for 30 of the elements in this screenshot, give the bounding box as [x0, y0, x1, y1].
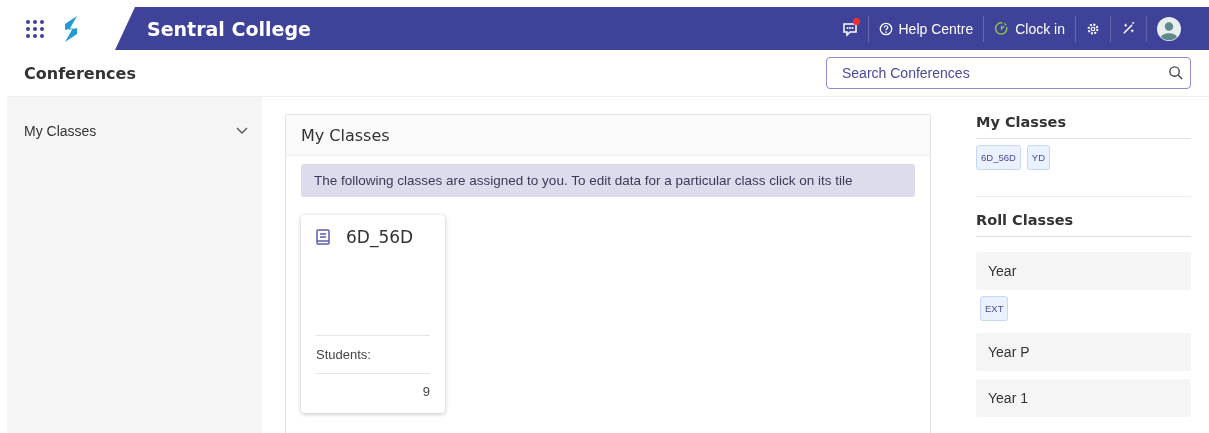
info-banner: The following classes are assigned to you. To edit data for a particular class click on its tile	[301, 164, 915, 197]
group-header[interactable]: Year P	[976, 333, 1191, 371]
students-label: Students:	[316, 336, 430, 374]
class-tag[interactable]: YD	[1026, 145, 1051, 170]
apps-grid-icon[interactable]	[25, 18, 45, 39]
help-centre-button[interactable]: Help Centre	[868, 20, 984, 37]
magic-wand-icon[interactable]	[1121, 21, 1136, 36]
page-title: Conferences	[24, 63, 136, 83]
chevron-icon[interactable]	[236, 127, 248, 135]
group-header[interactable]: Year	[976, 252, 1191, 290]
search-icon[interactable]	[1168, 65, 1183, 80]
book-icon[interactable]	[316, 229, 330, 245]
help-icon[interactable]	[878, 21, 893, 36]
panel-title: My Classes	[301, 125, 390, 145]
clock-icon[interactable]	[994, 21, 1010, 36]
chat-icon[interactable]	[841, 20, 858, 37]
avatar-icon[interactable]	[1157, 16, 1181, 41]
student-count: 9	[421, 383, 430, 401]
class-tile[interactable]: 6D_56D Students: 9	[301, 215, 445, 413]
search-field[interactable]: Search Conferences	[826, 57, 1191, 89]
sidebar-item[interactable]: My Classes	[7, 123, 262, 139]
settings-icon[interactable]	[1086, 21, 1100, 36]
class-tag[interactable]: 6D_56D	[976, 145, 1021, 170]
section-title: Roll Classes	[976, 212, 1191, 237]
clock-in-button[interactable]: Clock in	[984, 20, 1075, 37]
group-header[interactable]: Year 1	[976, 379, 1191, 417]
class-tag[interactable]: EXT	[980, 296, 1009, 321]
section-title: My Classes	[976, 114, 1191, 139]
app-title: Sentral College	[147, 17, 311, 40]
logo-icon[interactable]	[63, 15, 79, 42]
